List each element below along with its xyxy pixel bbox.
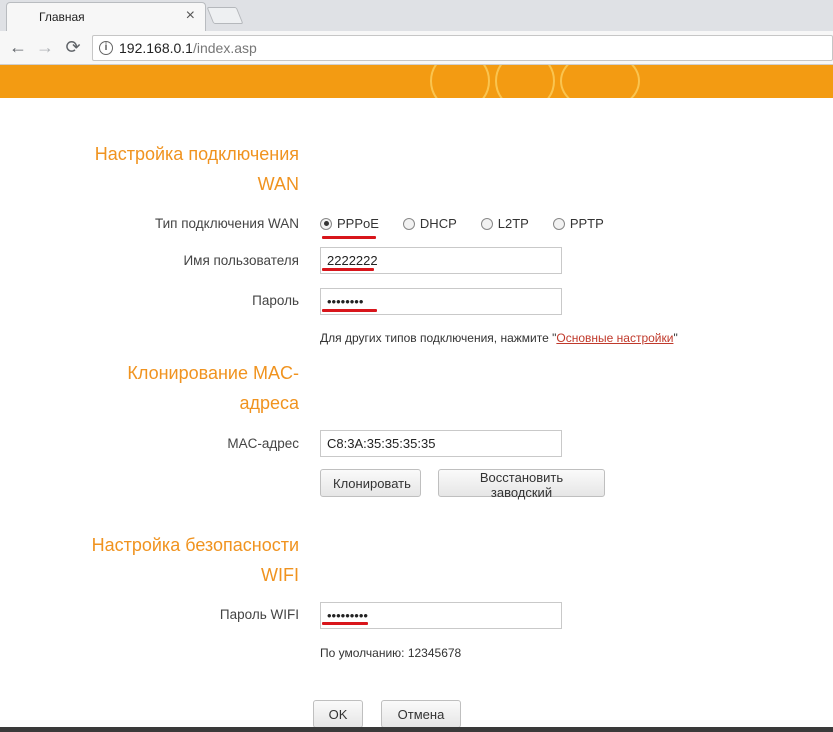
radio-label: DHCP bbox=[419, 216, 457, 231]
wan-title-line1: Настройка подключения bbox=[94, 144, 299, 164]
mac-title-line2: адреса bbox=[239, 393, 299, 413]
bottom-edge bbox=[0, 727, 833, 732]
browser-tab-bar: Главная × bbox=[0, 0, 833, 31]
clone-button[interactable]: Клонировать bbox=[320, 469, 421, 497]
radio-label: PPTP bbox=[569, 216, 604, 231]
wan-type-radio-group: PPPoE DHCP L2TP PPTP bbox=[320, 216, 628, 231]
wan-section-title: Настройка подключения WAN bbox=[95, 139, 299, 199]
radio-l2tp[interactable]: L2TP bbox=[480, 216, 529, 231]
url-text[interactable]: 192.168.0.1/index.asp bbox=[119, 40, 257, 56]
mac-address-label: MAC-адрес bbox=[227, 436, 299, 451]
site-info-icon[interactable]: i bbox=[99, 41, 113, 55]
wan-title-line2: WAN bbox=[257, 174, 299, 194]
wifi-password-underline bbox=[322, 622, 368, 625]
reload-icon[interactable]: ⟳ bbox=[63, 37, 83, 57]
wifi-section-title: Настройка безопасности WIFI bbox=[92, 530, 299, 590]
mac-section-title: Клонирование MAC- адреса bbox=[127, 358, 299, 418]
mac-title-line1: Клонирование MAC- bbox=[127, 363, 299, 383]
url-host: 192.168.0.1 bbox=[119, 40, 193, 56]
restore-default-button[interactable]: Восстановить заводский bbox=[438, 469, 605, 500]
radio-label: L2TP bbox=[497, 216, 529, 231]
username-underline bbox=[322, 268, 374, 271]
hint-text: Для других типов подключения, нажмите " bbox=[320, 331, 557, 345]
ok-button[interactable]: OK bbox=[313, 700, 363, 728]
banner-decoration bbox=[560, 65, 640, 98]
radio-button[interactable] bbox=[402, 217, 415, 230]
wifi-password-label: Пароль WIFI bbox=[219, 607, 299, 622]
pppoe-underline bbox=[322, 236, 376, 239]
radio-button[interactable] bbox=[480, 217, 493, 230]
url-path: /index.asp bbox=[192, 40, 257, 56]
address-bar[interactable]: i 192.168.0.1/index.asp bbox=[92, 35, 833, 61]
forward-arrow-icon[interactable]: → bbox=[35, 37, 55, 57]
browser-tab[interactable]: Главная × bbox=[6, 2, 206, 31]
radio-button[interactable] bbox=[552, 217, 565, 230]
basic-settings-link[interactable]: Основные настройки bbox=[556, 331, 673, 345]
wifi-default-hint: По умолчанию: 12345678 bbox=[320, 646, 462, 660]
radio-dhcp[interactable]: DHCP bbox=[402, 216, 457, 231]
radio-pppoe[interactable]: PPPoE bbox=[320, 216, 379, 231]
back-arrow-icon[interactable]: ← bbox=[8, 37, 28, 57]
password-label: Пароль bbox=[252, 293, 299, 308]
wifi-title-line1: Настройка безопасности bbox=[91, 535, 299, 555]
mac-address-input[interactable] bbox=[320, 430, 562, 457]
radio-pptp[interactable]: PPTP bbox=[552, 216, 604, 231]
browser-toolbar: ← → ⟳ i 192.168.0.1/index.asp bbox=[0, 31, 833, 65]
password-underline bbox=[322, 309, 377, 312]
banner-decoration bbox=[495, 65, 555, 98]
username-label: Имя пользователя bbox=[183, 253, 299, 268]
new-tab-button[interactable] bbox=[206, 7, 244, 24]
header-banner bbox=[0, 65, 833, 98]
connection-type-hint: Для других типов подключения, нажмите "О… bbox=[320, 331, 678, 345]
wifi-title-line2: WIFI bbox=[261, 565, 299, 585]
banner-decoration bbox=[430, 65, 490, 98]
tab-close-icon[interactable]: × bbox=[186, 7, 195, 25]
radio-button-checked[interactable] bbox=[320, 217, 332, 230]
wan-type-label: Тип подключения WAN bbox=[154, 216, 299, 231]
radio-label: PPPoE bbox=[337, 216, 379, 231]
cancel-button[interactable]: Отмена bbox=[381, 700, 461, 728]
hint-end: " bbox=[673, 331, 678, 345]
tab-title: Главная bbox=[39, 10, 85, 24]
